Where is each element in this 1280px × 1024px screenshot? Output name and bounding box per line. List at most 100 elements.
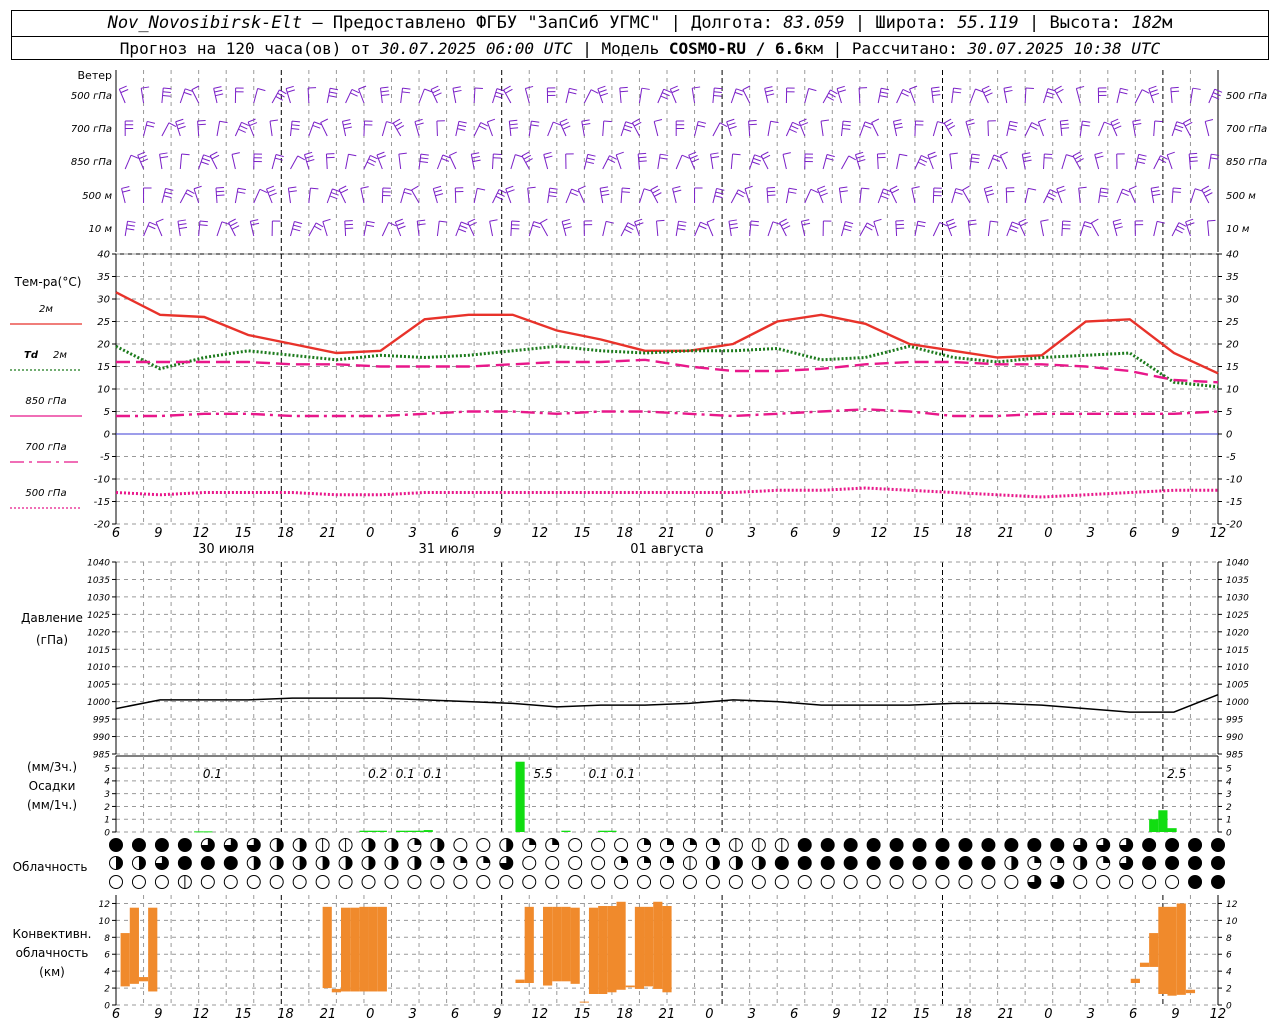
cloud-circle — [889, 856, 904, 870]
wind-barb-flag — [1009, 120, 1018, 124]
wind-barb-staff — [653, 121, 659, 137]
wind-barb — [945, 218, 957, 237]
wind-barb-flag — [650, 185, 659, 191]
wind-barb — [161, 87, 172, 104]
conv-bar — [662, 906, 672, 993]
tick-label-left: 25 — [97, 317, 110, 328]
wind-barb — [231, 152, 240, 170]
wind-barb — [565, 188, 580, 204]
tick-label-left: 3 — [104, 790, 110, 800]
wind-barb — [804, 188, 819, 204]
wind-barb-flag — [578, 185, 586, 190]
wind-barb-flag — [985, 92, 993, 97]
cloud-fill — [483, 856, 490, 863]
cloud-symbol — [751, 856, 766, 870]
cloud-circle — [1096, 875, 1111, 889]
wind-barb-flag — [291, 120, 301, 123]
tick-label-left: 995 — [93, 716, 110, 726]
wind-barb — [418, 153, 429, 170]
conv-bar — [588, 907, 599, 994]
cloud-circle — [223, 875, 238, 889]
wind-barb — [546, 87, 556, 104]
wind-barb-staff — [710, 154, 714, 170]
wind-barb-flag — [269, 119, 279, 122]
wind-barb-flag — [1100, 187, 1109, 190]
cloud-fill — [1057, 856, 1064, 863]
cloud-circle — [637, 875, 652, 889]
wind-barb-flag — [1154, 120, 1163, 123]
wind-barb-flag — [238, 128, 246, 133]
wind-barb-staff — [804, 88, 810, 104]
wind-barb — [817, 185, 828, 204]
wind-barb-flag — [1132, 119, 1141, 122]
wind-barb-flag — [247, 118, 256, 123]
wind-barb-flag — [293, 224, 302, 228]
cloud-fill — [667, 838, 674, 845]
wind-barb-flag — [1095, 155, 1104, 159]
wind-barb-flag — [1022, 155, 1031, 159]
hour-label-bottom: 0 — [366, 1007, 374, 1022]
wind-barb-flag — [181, 153, 190, 156]
wind-barb — [1056, 185, 1066, 204]
wind-barb-flag — [1047, 88, 1056, 92]
wind-barb — [143, 120, 156, 137]
wind-barb-flag — [1149, 89, 1158, 93]
wind-barb — [510, 220, 520, 237]
cloud-symbol — [131, 875, 146, 889]
wind-barb-flag — [842, 120, 852, 123]
precip-total-label: 0.2 — [368, 767, 387, 781]
wind-barb — [1116, 188, 1131, 204]
precip-bar — [396, 830, 406, 832]
cloud-circle — [705, 875, 720, 889]
wind-barb — [859, 222, 875, 237]
wind-barb-flag — [159, 152, 168, 155]
wind-barb-flag — [175, 118, 184, 123]
wind-barb-staff — [1153, 221, 1158, 237]
wind-barb-staff — [675, 154, 683, 170]
cloud-circle — [568, 838, 583, 852]
hour-label-bottom: 0 — [1044, 1007, 1052, 1022]
cloud-circle — [476, 838, 491, 852]
wind-barb-flag — [138, 155, 147, 160]
wind-barb-flag — [917, 224, 926, 227]
wind-barb-flag — [179, 226, 188, 230]
cloud-fill — [322, 856, 330, 870]
cloud-symbol — [1004, 838, 1019, 852]
wind-barb-flag — [211, 154, 220, 160]
tick-label-right: 40 — [1226, 250, 1239, 261]
wind-barb-flag — [1175, 228, 1183, 234]
wind-barb — [521, 151, 533, 170]
wind-barb-flag — [432, 88, 441, 94]
wind-barb-staff — [873, 221, 879, 237]
wind-barb-staff — [583, 89, 592, 104]
wind-barb — [492, 153, 502, 170]
cloud-symbol — [660, 856, 674, 870]
wind-barb-staff — [656, 221, 659, 237]
wind-barb-staff — [785, 188, 790, 204]
wind-barb-staff — [602, 121, 605, 137]
wind-barb-flag — [314, 225, 322, 231]
wind-barb-staff — [1024, 122, 1033, 137]
wind-barb-flag — [1057, 189, 1066, 193]
wind-barb — [547, 187, 558, 204]
tick-label-right: 1015 — [1226, 646, 1249, 656]
wind-barb-staff — [822, 89, 831, 104]
wind-barb — [320, 118, 329, 137]
cloud-fill — [667, 856, 674, 863]
wind-barb — [838, 186, 848, 204]
wind-barb-flag — [744, 185, 753, 190]
wind-barb-flag — [200, 161, 209, 165]
wind-barb — [1003, 86, 1013, 104]
wind-barb-flag — [677, 228, 686, 231]
wind-barb-flag — [601, 193, 610, 197]
wind-barb-flag — [424, 88, 433, 93]
wind-barb — [822, 89, 838, 104]
cloud-symbol — [1188, 856, 1203, 870]
wind-barb-flag — [368, 158, 377, 163]
tick-label-left: 4 — [104, 968, 110, 978]
hour-label-top: 3 — [409, 526, 417, 541]
wind-barb — [583, 220, 593, 237]
tick-label-left: 15 — [97, 362, 110, 373]
cloud-circle — [728, 875, 743, 889]
cloud-circle — [522, 856, 537, 870]
